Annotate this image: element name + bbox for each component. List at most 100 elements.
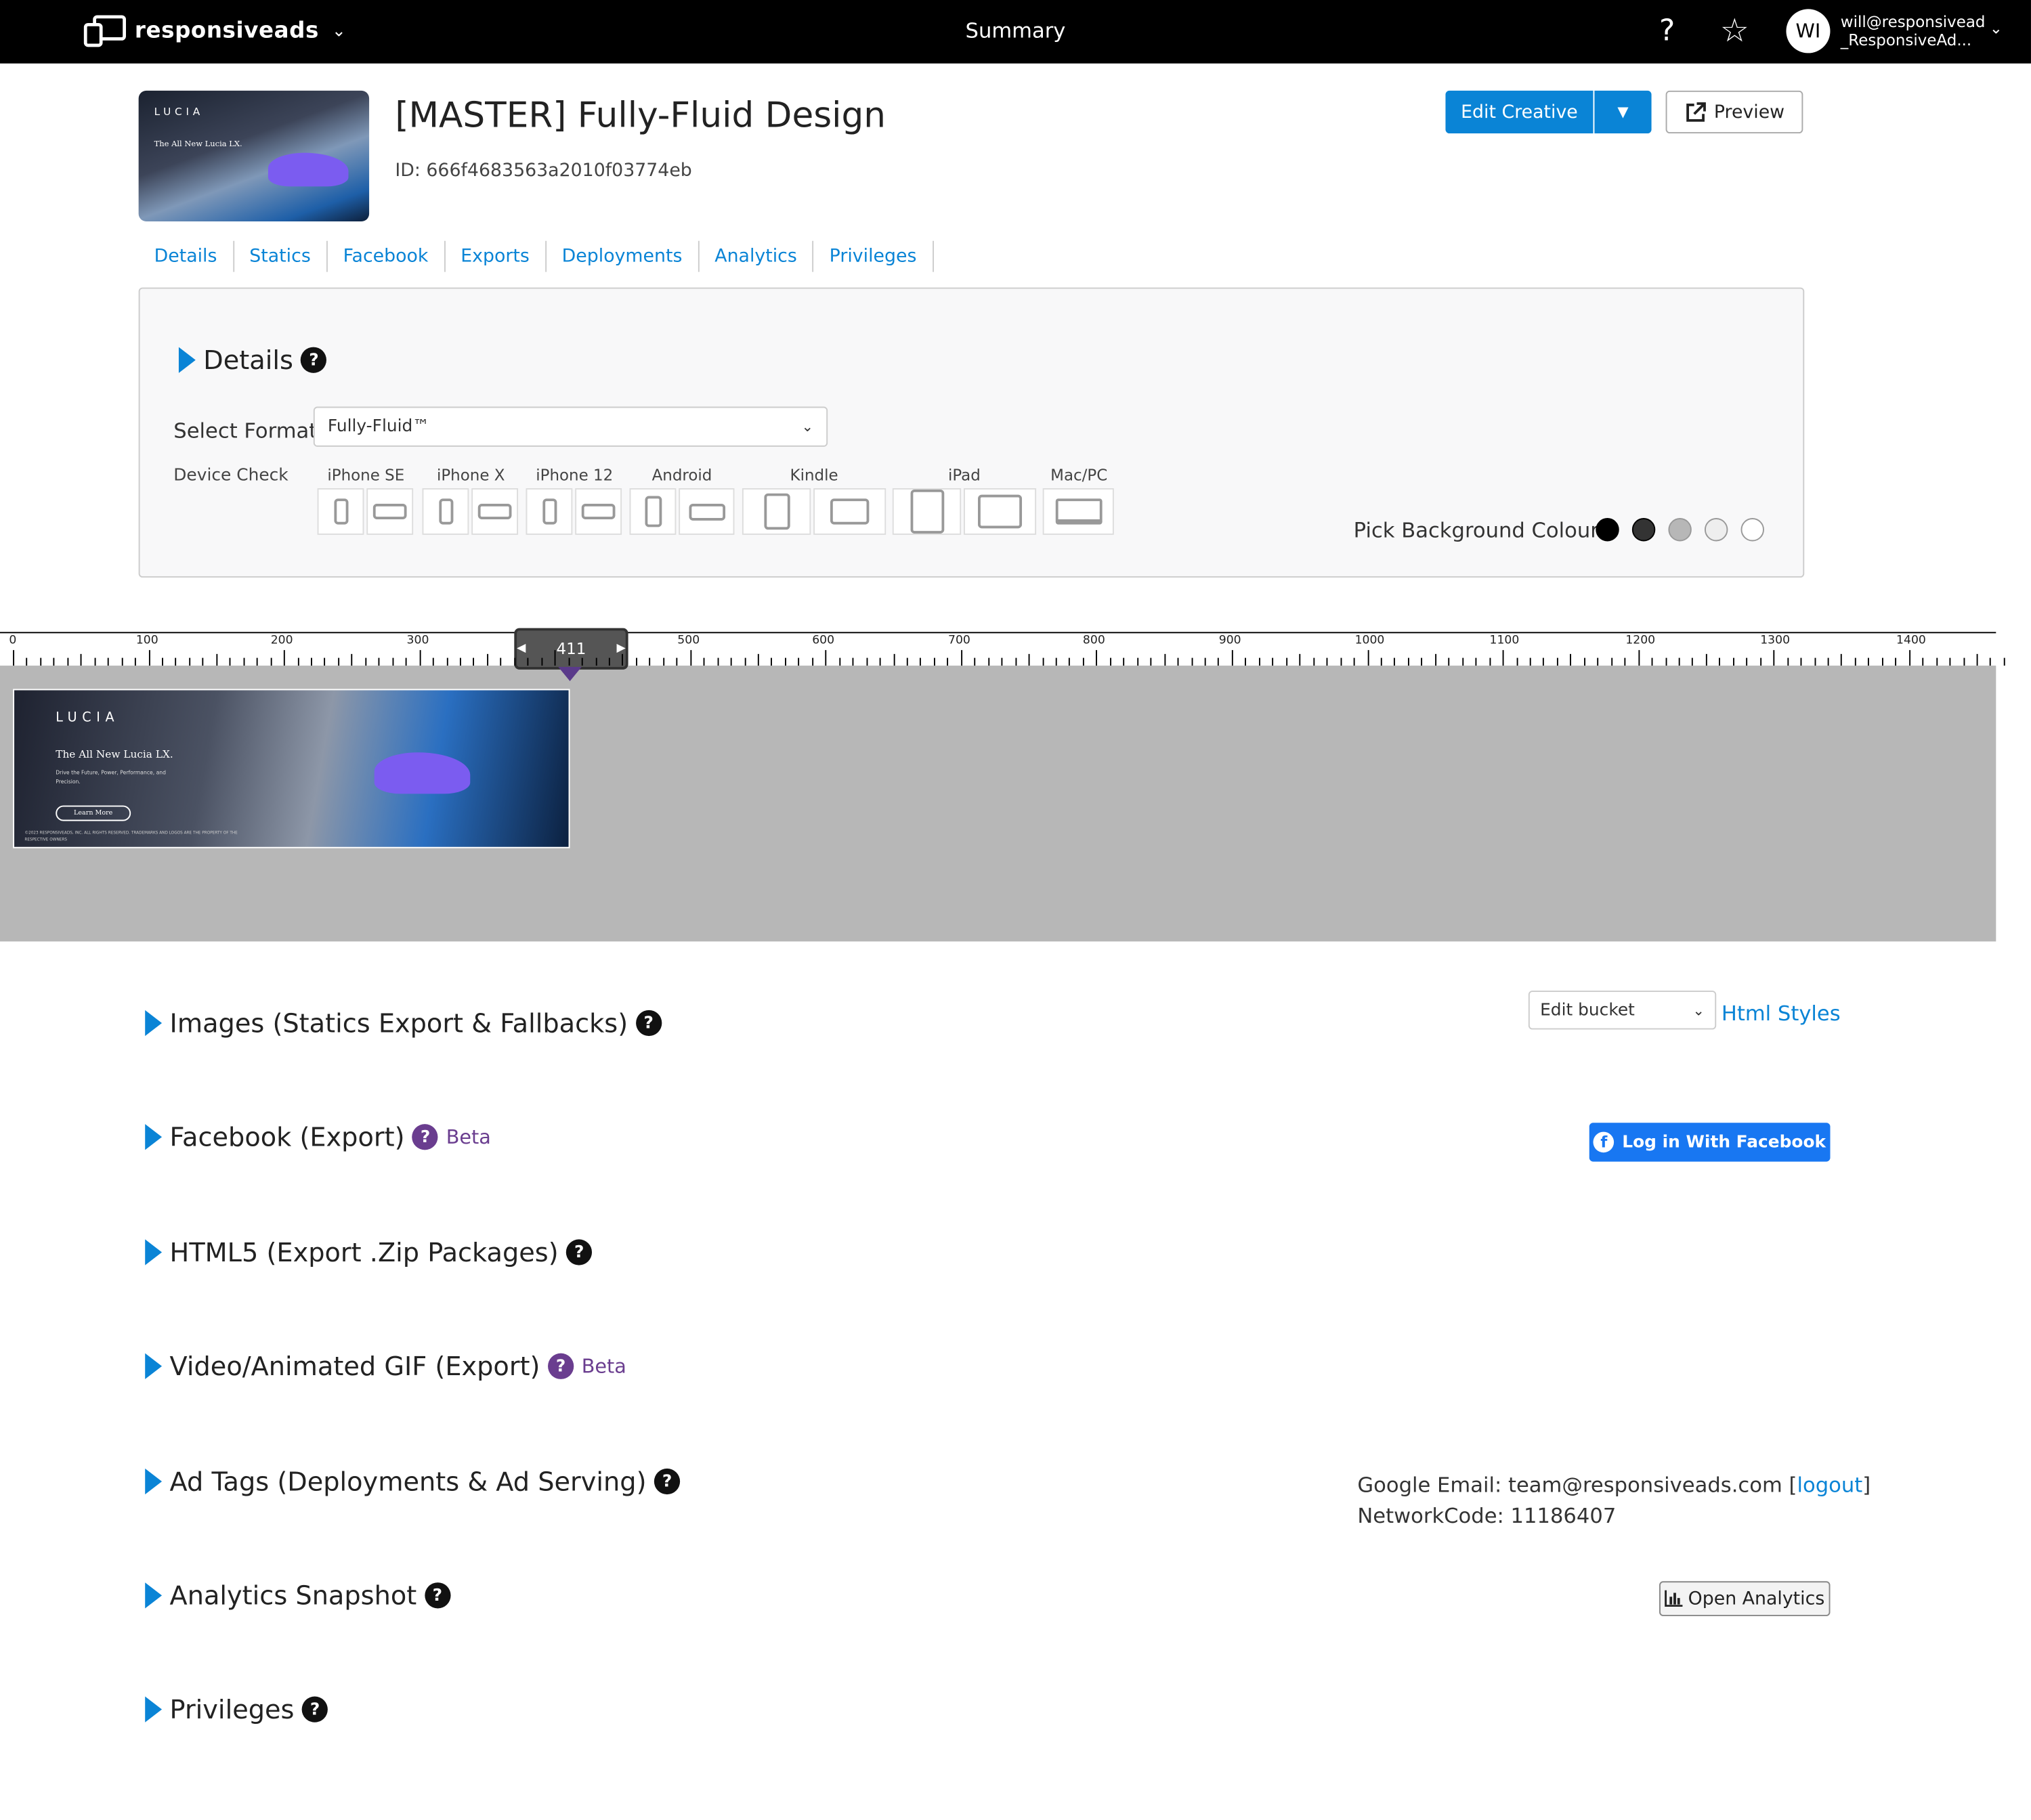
question-circle-icon[interactable]: ?	[424, 1582, 450, 1609]
html-styles-link[interactable]: Html Styles	[1722, 1001, 1841, 1025]
ruler-tick	[676, 657, 678, 666]
ruler-tick	[1272, 657, 1274, 666]
privileges-section-header[interactable]: Privileges ?	[145, 1694, 328, 1725]
analytics-section-header[interactable]: Analytics Snapshot ?	[145, 1580, 450, 1611]
bg-swatch-dark-gray[interactable]	[1631, 518, 1656, 542]
ruler-tick	[1204, 657, 1206, 666]
iphone-se-portrait-button[interactable]	[317, 488, 364, 535]
kindle-landscape-button[interactable]	[813, 488, 886, 535]
preview-label: Preview	[1713, 102, 1785, 123]
ruler-tick	[26, 657, 28, 666]
star-icon[interactable]: ☆	[1720, 12, 1749, 49]
open-analytics-button[interactable]: Open Analytics	[1659, 1581, 1831, 1616]
ruler-tick	[1218, 657, 1220, 666]
phone-portrait-icon	[438, 498, 453, 525]
ruler-tick	[771, 657, 773, 666]
user-menu-chevron-icon[interactable]: ⌄	[1990, 20, 2003, 38]
ruler-label: 300	[406, 634, 429, 648]
caret-down-icon: ▼	[1617, 104, 1629, 121]
tab-analytics[interactable]: Analytics	[699, 240, 814, 272]
ruler-tick	[1258, 657, 1260, 666]
ad-preview[interactable]: LUCIA The All New Lucia LX. Drive the Fu…	[13, 689, 570, 848]
html5-section-header[interactable]: HTML5 (Export .Zip Packages) ?	[145, 1237, 593, 1268]
ad-cta[interactable]: Learn More	[56, 805, 131, 821]
caret-right-icon: ▶	[616, 642, 626, 655]
facebook-login-button[interactable]: f Log in With Facebook	[1589, 1123, 1831, 1162]
question-circle-icon[interactable]: ?	[635, 1010, 662, 1037]
bg-colour-label: Pick Background Colour:	[1353, 518, 1606, 543]
details-header[interactable]: Details ?	[178, 345, 327, 376]
bg-swatch-white[interactable]	[1740, 518, 1764, 542]
question-circle-icon[interactable]: ?	[547, 1353, 574, 1379]
adtags-title: Ad Tags (Deployments & Ad Serving)	[169, 1466, 647, 1497]
tab-exports[interactable]: Exports	[445, 240, 547, 272]
ruler-label: 600	[812, 634, 835, 648]
ruler-tick	[1421, 657, 1423, 666]
width-ruler[interactable]	[0, 632, 1996, 666]
ruler-tick	[974, 657, 976, 666]
device-label: iPhone 12	[536, 466, 614, 485]
ruler-tick	[189, 657, 190, 666]
iphone-12-portrait-button[interactable]	[526, 488, 573, 535]
ruler-tick	[473, 657, 475, 666]
ruler-tick	[1529, 657, 1531, 666]
edit-bucket-select[interactable]: Edit bucket ⌄	[1528, 991, 1717, 1030]
ipad-portrait-button[interactable]	[892, 488, 962, 535]
ruler-tick	[1014, 657, 1017, 666]
ruler-tick	[40, 657, 42, 666]
chevron-down-icon: ⌄	[801, 418, 814, 435]
ruler-tick	[1001, 657, 1003, 666]
preview-button[interactable]: Preview	[1665, 90, 1803, 133]
phone-portrait-icon	[542, 498, 557, 525]
ruler-tick	[649, 657, 651, 666]
tab-deployments[interactable]: Deployments	[547, 240, 700, 272]
edit-bucket-value: Edit bucket	[1540, 1000, 1635, 1020]
iphone-se-landscape-button[interactable]	[366, 488, 414, 535]
facebook-section-header[interactable]: Facebook (Export) ? Beta	[145, 1121, 491, 1152]
video-section-header[interactable]: Video/Animated GIF (Export) ? Beta	[145, 1351, 626, 1382]
format-select[interactable]: Fully-Fluid™ ⌄	[313, 406, 828, 447]
bg-swatch-black[interactable]	[1596, 518, 1619, 542]
tab-details[interactable]: Details	[139, 240, 234, 272]
question-circle-icon[interactable]: ?	[654, 1468, 681, 1495]
avatar[interactable]: WI	[1786, 9, 1831, 53]
mac-pc-button[interactable]	[1042, 488, 1114, 535]
question-circle-icon[interactable]: ?	[301, 347, 327, 373]
ruler-tick	[1150, 657, 1152, 666]
ruler-tick	[54, 657, 56, 666]
ruler-tick	[1285, 657, 1287, 666]
tab-statics[interactable]: Statics	[234, 240, 328, 272]
bg-swatch-gray[interactable]	[1668, 518, 1692, 542]
kindle-portrait-button[interactable]	[742, 488, 811, 535]
ruler-label: 700	[948, 634, 970, 648]
edit-creative-button[interactable]: Edit Creative	[1445, 90, 1594, 133]
facebook-icon: f	[1594, 1131, 1615, 1153]
help-icon[interactable]: ?	[1659, 14, 1675, 48]
analytics-title: Analytics Snapshot	[169, 1580, 417, 1611]
ruler-tick	[486, 653, 488, 666]
iphone-x-portrait-button[interactable]	[422, 488, 469, 535]
width-slider-handle[interactable]: ◀ 411 ▶	[514, 628, 628, 670]
question-circle-icon[interactable]: ?	[301, 1696, 328, 1722]
android-landscape-button[interactable]	[679, 488, 735, 535]
ruler-tick	[338, 657, 339, 666]
ruler-label: 1000	[1354, 634, 1385, 648]
android-portrait-button[interactable]	[629, 488, 677, 535]
edit-creative-dropdown-button[interactable]: ▼	[1594, 90, 1652, 133]
user-account[interactable]: will@responsivead _ResponsiveAd...	[1841, 13, 1986, 49]
logout-link[interactable]: logout	[1797, 1473, 1862, 1497]
bg-swatch-light[interactable]	[1704, 518, 1728, 542]
tab-facebook[interactable]: Facebook	[328, 240, 446, 272]
question-circle-icon[interactable]: ?	[566, 1239, 593, 1265]
ruler-tick	[1353, 657, 1355, 666]
images-section-header[interactable]: Images (Statics Export & Fallbacks) ?	[145, 1008, 662, 1039]
iphone-12-landscape-button[interactable]	[575, 488, 622, 535]
ruler-tick	[527, 657, 529, 666]
iphone-x-landscape-button[interactable]	[471, 488, 519, 535]
ipad-landscape-button[interactable]	[963, 488, 1037, 535]
ruler-tick	[635, 657, 637, 666]
question-circle-icon[interactable]: ?	[412, 1124, 439, 1150]
adtags-section-header[interactable]: Ad Tags (Deployments & Ad Serving) ?	[145, 1466, 681, 1497]
ruler-tick	[1407, 657, 1409, 666]
tab-privileges[interactable]: Privileges	[814, 240, 934, 272]
